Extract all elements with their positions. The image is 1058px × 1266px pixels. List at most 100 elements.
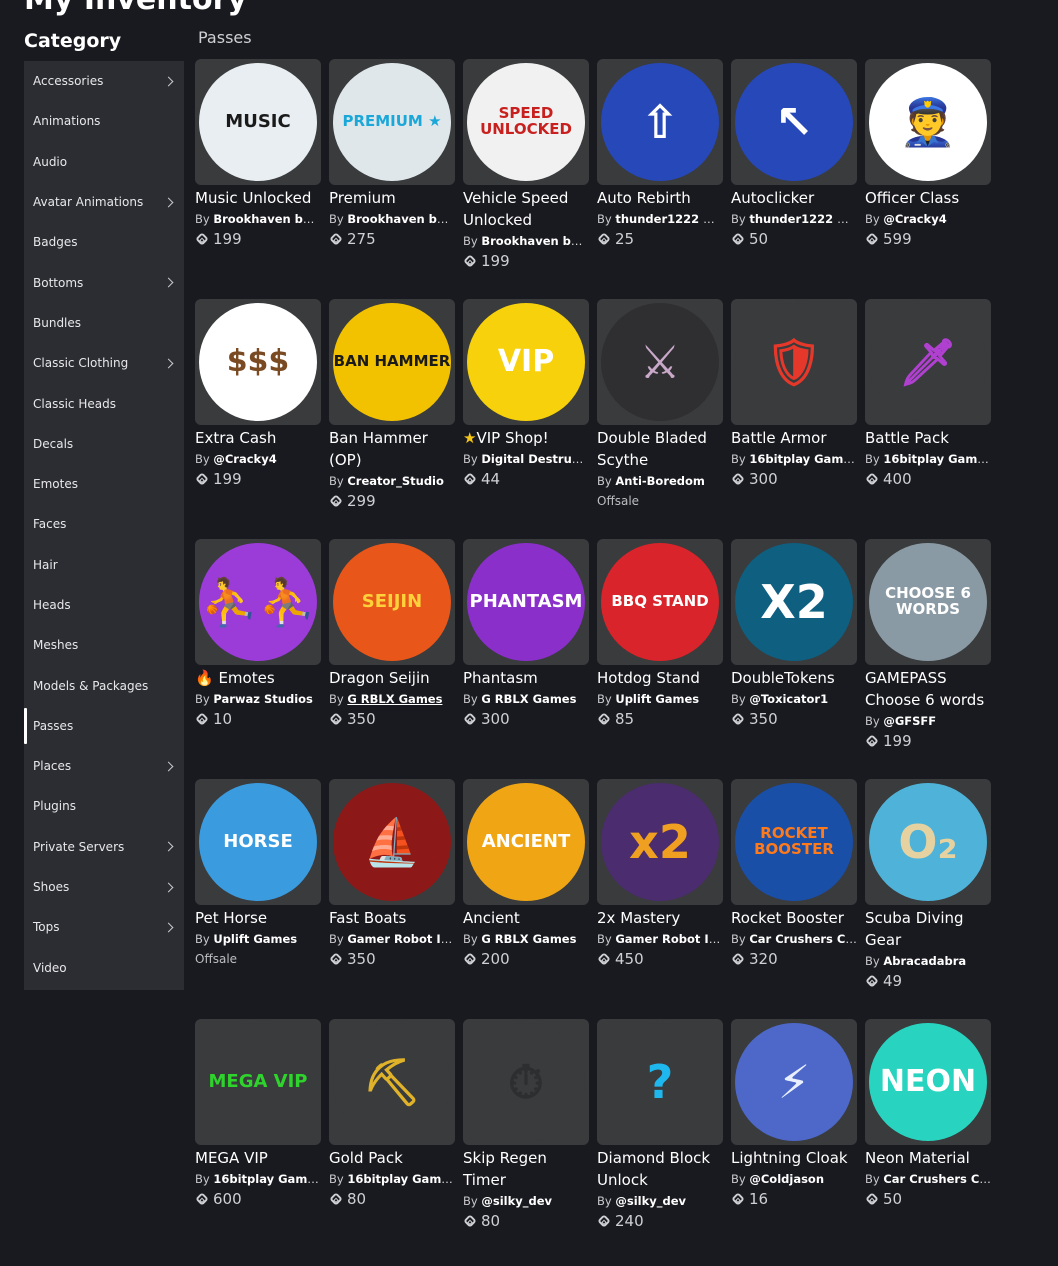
sidebar-item-audio[interactable]: Audio [24,142,184,182]
pass-thumbnail[interactable]: 👮 [865,59,991,185]
pass-name[interactable]: Gold Pack [329,1147,455,1169]
pass-thumbnail[interactable]: NEON [865,1019,991,1145]
pass-card[interactable]: ⚔ Double Bladed Scythe By Anti-Boredom Offs… [597,299,723,539]
pass-name[interactable]: Phantasm [463,667,589,689]
creator-link[interactable]: 16bitplay Games [347,1172,455,1186]
pass-thumbnail[interactable]: MEGA VIP [195,1019,321,1145]
pass-card[interactable]: MUSIC Music Unlocked By Brookhaven by V...… [195,59,321,299]
pass-thumbnail[interactable]: HORSE [195,779,321,905]
pass-name[interactable]: Premium [329,187,455,209]
sidebar-item-faces[interactable]: Faces [24,504,184,544]
pass-thumbnail[interactable]: PHANTASM [463,539,589,665]
pass-name[interactable]: Ban Hammer (OP) [329,427,455,471]
sidebar-item-bundles[interactable]: Bundles [24,303,184,343]
creator-link[interactable]: Uplift Games [213,932,297,946]
creator-link[interactable]: @silky_dev [615,1194,686,1208]
sidebar-item-badges[interactable]: Badges [24,222,184,262]
pass-name[interactable]: Battle Pack [865,427,991,449]
pass-name[interactable]: Vehicle Speed Unlocked [463,187,589,231]
creator-link[interactable]: thunder1222 Pro... [749,212,857,226]
pass-card[interactable]: NEON Neon Material By Car Crushers Co... 50 [865,1019,991,1259]
creator-link[interactable]: G RBLX Games [347,692,442,706]
pass-name[interactable]: Officer Class [865,187,991,209]
pass-thumbnail[interactable]: 🗡 [865,299,991,425]
pass-thumbnail[interactable]: PREMIUM ★ [329,59,455,185]
pass-thumbnail[interactable]: ⇧ [597,59,723,185]
pass-card[interactable]: ⛏ Gold Pack By 16bitplay Games 80 [329,1019,455,1259]
creator-link[interactable]: Abracadabra [883,954,966,968]
pass-card[interactable]: O₂ Scuba Diving Gear By Abracadabra 49 [865,779,991,1019]
pass-name[interactable]: ★VIP Shop! [463,427,589,449]
pass-card[interactable]: ANCIENT Ancient By G RBLX Games 200 [463,779,589,1019]
pass-name[interactable]: MEGA VIP [195,1147,321,1169]
creator-link[interactable]: Brookhaven by V... [347,212,455,226]
pass-thumbnail[interactable]: SPEED UNLOCKED [463,59,589,185]
pass-name[interactable]: Ancient [463,907,589,929]
sidebar-item-places[interactable]: Places [24,746,184,786]
pass-card[interactable]: SEIJIN Dragon Seijin By G RBLX Games 350 [329,539,455,779]
pass-card[interactable]: BAN HAMMER Ban Hammer (OP) By Creator_Stud… [329,299,455,539]
creator-link[interactable]: Digital Destruction [481,452,589,466]
pass-thumbnail[interactable]: ⛹⛹ [195,539,321,665]
pass-card[interactable]: ⚡ Lightning Cloak By @Coldjason 16 [731,1019,857,1259]
sidebar-item-shoes[interactable]: Shoes [24,867,184,907]
pass-thumbnail[interactable]: ↖ [731,59,857,185]
sidebar-item-hair[interactable]: Hair [24,545,184,585]
pass-thumbnail[interactable]: MUSIC [195,59,321,185]
pass-card[interactable]: PHANTASM Phantasm By G RBLX Games 300 [463,539,589,779]
sidebar-item-private-servers[interactable]: Private Servers [24,827,184,867]
pass-card[interactable]: ? Diamond Block Unlock By @silky_dev 240 [597,1019,723,1259]
creator-link[interactable]: Parwaz Studios [213,692,313,706]
pass-thumbnail[interactable]: CHOOSE 6 WORDS [865,539,991,665]
sidebar-item-heads[interactable]: Heads [24,585,184,625]
creator-link[interactable]: Car Crushers Co... [883,1172,991,1186]
pass-card[interactable]: 🛡 Battle Armor By 16bitplay Games 300 [731,299,857,539]
pass-thumbnail[interactable]: ⛵ [329,779,455,905]
sidebar-item-accessories[interactable]: Accessories [24,61,184,101]
pass-name[interactable]: Lightning Cloak [731,1147,857,1169]
sidebar-item-meshes[interactable]: Meshes [24,625,184,665]
pass-name[interactable]: Extra Cash [195,427,321,449]
pass-card[interactable]: 🗡 Battle Pack By 16bitplay Games 400 [865,299,991,539]
pass-name[interactable]: Auto Rebirth [597,187,723,209]
creator-link[interactable]: @silky_dev [481,1194,552,1208]
pass-name[interactable]: GAMEPASS Choose 6 words [865,667,991,711]
pass-thumbnail[interactable]: O₂ [865,779,991,905]
pass-name[interactable]: Hotdog Stand [597,667,723,689]
pass-name[interactable]: Neon Material [865,1147,991,1169]
pass-card[interactable]: 👮 Officer Class By @Cracky4 599 [865,59,991,299]
creator-link[interactable]: Gamer Robot Inc [615,932,723,946]
creator-link[interactable]: Gamer Robot Inc [347,932,455,946]
pass-card[interactable]: x2 2x Mastery By Gamer Robot Inc 450 [597,779,723,1019]
sidebar-item-passes[interactable]: Passes [24,706,184,746]
pass-card[interactable]: VIP★VIP Shop!By Digital Destruction44 [463,299,589,539]
sidebar-item-avatar-animations[interactable]: Avatar Animations [24,182,184,222]
sidebar-item-bottoms[interactable]: Bottoms [24,262,184,302]
pass-name[interactable]: Diamond Block Unlock [597,1147,723,1191]
pass-thumbnail[interactable]: SEIJIN [329,539,455,665]
pass-card[interactable]: ⛵ Fast Boats By Gamer Robot Inc 350 [329,779,455,1019]
pass-card[interactable]: ⇧Auto RebirthBy thunder1222 Pro...25 [597,59,723,299]
creator-link[interactable]: @Coldjason [749,1172,824,1186]
pass-card[interactable]: X2 DoubleTokens By @Toxicator1 350 [731,539,857,779]
pass-name[interactable]: Scuba Diving Gear [865,907,991,951]
creator-link[interactable]: 16bitplay Games [749,452,857,466]
pass-thumbnail[interactable]: BBQ STAND [597,539,723,665]
pass-name[interactable]: Autoclicker [731,187,857,209]
pass-card[interactable]: BBQ STAND Hotdog Stand By Uplift Games 85 [597,539,723,779]
pass-card[interactable]: SPEED UNLOCKED Vehicle Speed Unlocked By B… [463,59,589,299]
pass-name[interactable]: Dragon Seijin [329,667,455,689]
sidebar-item-tops[interactable]: Tops [24,907,184,947]
creator-link[interactable]: @Toxicator1 [749,692,828,706]
sidebar-item-classic-clothing[interactable]: Classic Clothing [24,343,184,383]
pass-name[interactable]: Music Unlocked [195,187,321,209]
creator-link[interactable]: Brookhaven by V... [481,234,589,248]
pass-thumbnail[interactable]: ANCIENT [463,779,589,905]
creator-link[interactable]: 16bitplay Games [883,452,991,466]
pass-card[interactable]: ⏱ Skip Regen Timer By @silky_dev 80 [463,1019,589,1259]
pass-name[interactable]: Fast Boats [329,907,455,929]
pass-thumbnail[interactable]: ⛏ [329,1019,455,1145]
pass-card[interactable]: $$$ Extra Cash By @Cracky4 199 [195,299,321,539]
sidebar-item-models-packages[interactable]: Models & Packages [24,665,184,705]
pass-name[interactable]: Double Bladed Scythe [597,427,723,471]
